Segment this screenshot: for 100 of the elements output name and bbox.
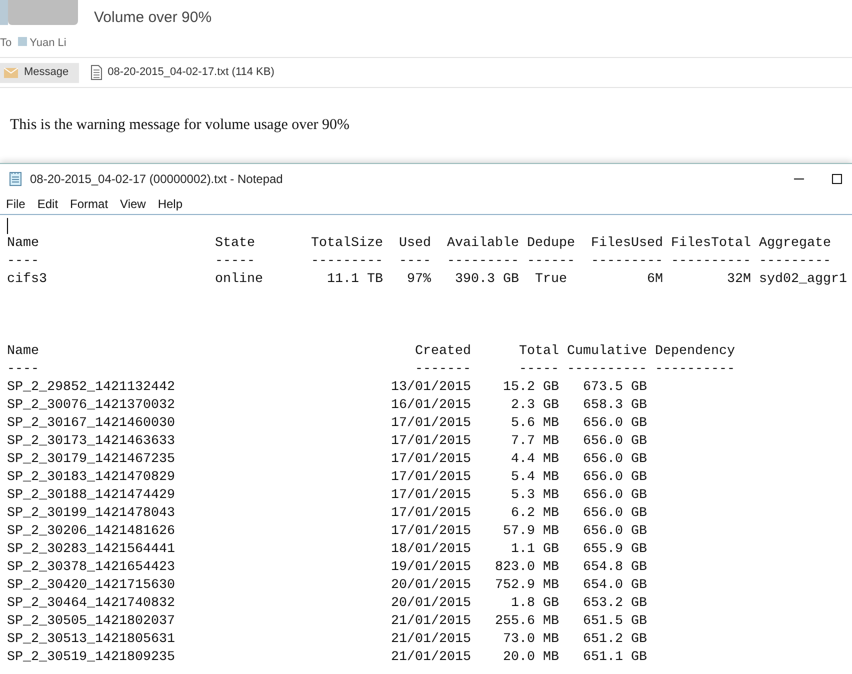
column-header: Name bbox=[7, 235, 40, 253]
column-header: Name bbox=[7, 343, 40, 361]
minimize-icon bbox=[794, 178, 804, 180]
message-tab[interactable]: Message bbox=[0, 62, 79, 82]
column-header: Cumulative bbox=[567, 343, 647, 361]
column-header: State bbox=[215, 235, 256, 253]
table-cell-text: SP_2_30173_1421463633 bbox=[7, 433, 176, 451]
notepad-icon bbox=[8, 171, 24, 187]
table-cell: 20/01/2015 bbox=[391, 595, 471, 613]
column-header: Dedupe bbox=[527, 235, 575, 253]
avatar-edge bbox=[0, 0, 8, 25]
table-cell-text: SP_2_30199_1421478043 bbox=[7, 505, 176, 523]
table-cell-text: SP_2_30505_1421802037 bbox=[7, 613, 176, 631]
table-cell-text: 823.0 MB bbox=[494, 559, 559, 577]
table-cell-text: syd02_aggr1 bbox=[759, 271, 848, 289]
table-cell-text: 656.0 GB bbox=[582, 523, 647, 541]
table-cell-text: 653.2 GB bbox=[582, 595, 647, 613]
table-cell-text: SP_2_30206_1421481626 bbox=[7, 523, 176, 541]
to-label: To bbox=[0, 36, 12, 51]
table-cell: 17/01/2015 bbox=[391, 505, 471, 523]
table-cell-text: 656.0 GB bbox=[582, 451, 647, 469]
table-cell-text: cifs3 bbox=[7, 271, 48, 289]
header-underline: --------- bbox=[759, 253, 832, 271]
attachment-tab[interactable]: 08-20-2015_04-02-17.txt (114 KB) bbox=[86, 62, 284, 82]
table-cell-text: 32M bbox=[726, 271, 751, 289]
table-cell: 17/01/2015 bbox=[391, 469, 471, 487]
email-subject: Volume over 90% bbox=[94, 8, 212, 28]
table-cell-text: SP_2_30188_1421474429 bbox=[7, 487, 176, 505]
table-cell-text: SP_2_30513_1421805631 bbox=[7, 631, 176, 649]
maximize-icon bbox=[832, 174, 842, 184]
column-header: Created bbox=[414, 343, 471, 361]
table-cell-text: 1.8 GB bbox=[510, 595, 559, 613]
table-cell-text: 752.9 MB bbox=[494, 577, 559, 595]
header-underline: ------ bbox=[527, 253, 575, 271]
menu-item[interactable]: Edit bbox=[31, 195, 64, 213]
table-cell: 21/01/2015 bbox=[391, 613, 471, 631]
table-cell-text: 6M bbox=[646, 271, 663, 289]
table-cell-text: 5.6 MB bbox=[510, 415, 559, 433]
column-header: FilesUsed bbox=[591, 235, 663, 253]
header-underline: ----- bbox=[215, 253, 256, 271]
header-underline: ---- bbox=[7, 253, 40, 271]
column-header: Aggregate bbox=[759, 235, 832, 253]
table-cell-text: 11.1 TB bbox=[326, 271, 383, 289]
table-cell-text: SP_2_30283_1421564441 bbox=[7, 541, 176, 559]
table-cell: 17/01/2015 bbox=[391, 433, 471, 451]
table-cell-text: SP_2_30378_1421654423 bbox=[7, 559, 176, 577]
table-cell-text: 97% bbox=[406, 271, 431, 289]
table-cell-text: 656.0 GB bbox=[582, 487, 647, 505]
table-cell-text: SP_2_30464_1421740832 bbox=[7, 595, 176, 613]
table-cell: 17/01/2015 bbox=[391, 523, 471, 541]
header-underline: ---- bbox=[7, 361, 40, 379]
table-cell-text: 651.1 GB bbox=[582, 649, 647, 667]
column-header: Used bbox=[399, 235, 431, 253]
table-cell-text: SP_2_30179_1421467235 bbox=[7, 451, 176, 469]
table-cell-text: 6.2 MB bbox=[510, 505, 559, 523]
envelope-icon bbox=[4, 68, 18, 78]
header-underline: ---------- bbox=[567, 361, 647, 379]
table-cell: 19/01/2015 bbox=[391, 559, 471, 577]
recipient-name[interactable]: Yuan Li bbox=[18, 35, 66, 52]
menu-item[interactable]: Format bbox=[64, 195, 114, 213]
table-cell-text: 654.0 GB bbox=[582, 577, 647, 595]
header-underline: ---------- bbox=[671, 253, 751, 271]
table-cell-text: 7.7 MB bbox=[510, 433, 559, 451]
column-header: FilesTotal bbox=[671, 235, 751, 253]
column-header: Dependency bbox=[655, 343, 735, 361]
window-title: 08-20-2015_04-02-17 (00000002).txt - Notepad bbox=[30, 171, 283, 188]
header-underline: --------- bbox=[311, 253, 383, 271]
header-underline: ---- bbox=[399, 253, 431, 271]
table-cell-text: SP_2_30167_1421460030 bbox=[7, 415, 176, 433]
table-cell-text: SP_2_29852_1421132442 bbox=[7, 379, 176, 397]
header-underline: ----- bbox=[518, 361, 559, 379]
menu-item[interactable]: Help bbox=[152, 195, 189, 213]
header-underline: --------- bbox=[591, 253, 663, 271]
table-cell: 16/01/2015 bbox=[391, 397, 471, 415]
document-icon bbox=[90, 65, 102, 80]
table-cell-text: 73.0 MB bbox=[502, 631, 559, 649]
table-cell: 21/01/2015 bbox=[391, 631, 471, 649]
avatar-placeholder bbox=[8, 0, 78, 25]
table-cell-text: 656.0 GB bbox=[582, 505, 647, 523]
header-underline: --------- bbox=[447, 253, 519, 271]
table-cell-text: 654.8 GB bbox=[582, 559, 647, 577]
table-cell: 17/01/2015 bbox=[391, 487, 471, 505]
table-cell: 17/01/2015 bbox=[391, 415, 471, 433]
column-header: Total bbox=[518, 343, 559, 361]
table-cell-text: 655.9 GB bbox=[582, 541, 647, 559]
table-cell-text: SP_2_30183_1421470829 bbox=[7, 469, 176, 487]
table-cell-text: 57.9 MB bbox=[502, 523, 559, 541]
table-cell-text: True bbox=[534, 271, 568, 289]
table-cell: 18/01/2015 bbox=[391, 541, 471, 559]
table-cell: 17/01/2015 bbox=[391, 451, 471, 469]
email-body-text: This is the warning message for volume usage over 90% bbox=[9, 116, 350, 135]
table-cell-text: 390.3 GB bbox=[454, 271, 519, 289]
menu-item[interactable]: File bbox=[0, 195, 32, 213]
table-cell: 21/01/2015 bbox=[391, 649, 471, 667]
table-cell: 13/01/2015 bbox=[391, 379, 471, 397]
table-cell-text: SP_2_30420_1421715630 bbox=[7, 577, 176, 595]
menu-item[interactable]: View bbox=[114, 195, 152, 213]
table-cell-text: 656.0 GB bbox=[582, 415, 647, 433]
table-cell-text: 255.6 MB bbox=[494, 613, 559, 631]
table-cell-text: 15.2 GB bbox=[502, 379, 559, 397]
